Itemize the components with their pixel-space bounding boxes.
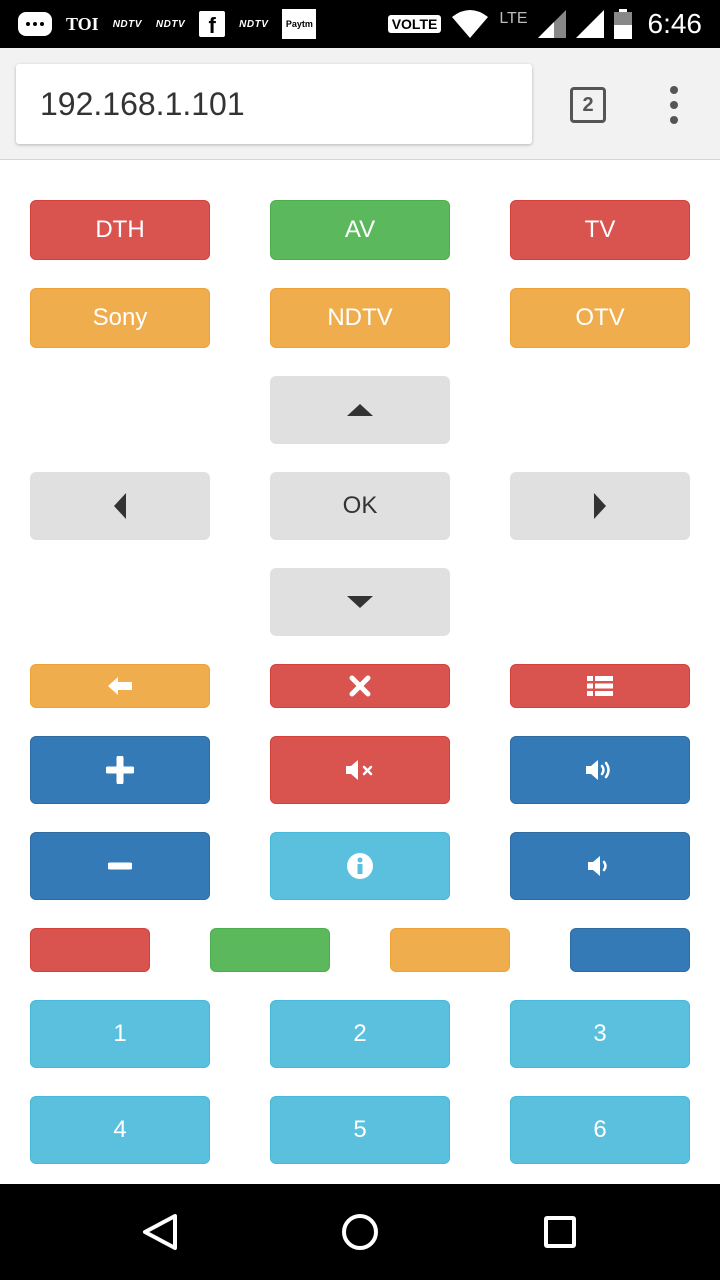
battery-icon: [613, 9, 632, 39]
overflow-menu-icon[interactable]: [664, 86, 684, 124]
plus-icon: [106, 756, 134, 784]
blue-key-button[interactable]: [570, 928, 690, 972]
chat-icon: [18, 12, 52, 36]
volume-down-button[interactable]: [510, 832, 690, 900]
ndtv-notification: NDTV: [112, 18, 142, 30]
digit-4-button[interactable]: 4: [30, 1096, 210, 1164]
right-button[interactable]: [510, 472, 690, 540]
volte-indicator: VOLTE: [387, 15, 442, 33]
dth-button[interactable]: DTH: [30, 200, 210, 260]
list-icon: [587, 676, 613, 696]
left-button[interactable]: [30, 472, 210, 540]
back-icon[interactable]: [140, 1212, 180, 1252]
browser-toolbar: 192.168.1.101 2: [0, 48, 720, 160]
channel-down-button[interactable]: [30, 832, 210, 900]
info-button[interactable]: [270, 832, 450, 900]
paytm-icon: Paytm: [282, 9, 317, 39]
otv-button[interactable]: OTV: [510, 288, 690, 348]
yellow-key-button[interactable]: [390, 928, 510, 972]
ndtv-notification: NDTV: [155, 18, 186, 30]
caret-up-icon: [347, 404, 373, 416]
toi-notification: TOI: [66, 13, 99, 34]
channel-up-button[interactable]: [30, 736, 210, 804]
minus-icon: [108, 862, 132, 870]
digit-5-button[interactable]: 5: [270, 1096, 450, 1164]
status-bar: TOI NDTV NDTV f NDTV Paytm VOLTE LTE 6:4…: [0, 0, 720, 48]
tv-button[interactable]: TV: [510, 200, 690, 260]
back-button[interactable]: [30, 664, 210, 708]
wifi-icon: [452, 10, 489, 38]
menu-button[interactable]: [510, 664, 690, 708]
info-icon: [347, 853, 373, 879]
digit-3-button[interactable]: 3: [510, 1000, 690, 1068]
caret-right-icon: [594, 493, 606, 519]
arrow-left-icon: [108, 677, 132, 695]
close-icon: [349, 675, 371, 697]
url-bar[interactable]: 192.168.1.101: [16, 64, 532, 144]
navigation-bar: [0, 1184, 720, 1280]
green-key-button[interactable]: [210, 928, 330, 972]
ndtv-notification: NDTV: [239, 18, 269, 30]
digit-6-button[interactable]: 6: [510, 1096, 690, 1164]
volume-up-icon: [586, 760, 610, 780]
signal-icon: [537, 10, 566, 38]
sony-button[interactable]: Sony: [30, 288, 210, 348]
mute-button[interactable]: [270, 736, 450, 804]
close-button[interactable]: [270, 664, 450, 708]
facebook-icon: f: [199, 11, 226, 37]
up-button[interactable]: [270, 376, 450, 444]
down-button[interactable]: [270, 568, 450, 636]
av-button[interactable]: AV: [270, 200, 450, 260]
lte-indicator: LTE: [499, 10, 528, 27]
tab-switcher-button[interactable]: 2: [570, 87, 606, 123]
volume-off-icon: [346, 760, 373, 780]
caret-down-icon: [347, 596, 373, 608]
volume-down-icon: [588, 856, 607, 876]
red-key-button[interactable]: [30, 928, 150, 972]
ok-button[interactable]: OK: [270, 472, 450, 540]
signal-icon: [575, 10, 604, 38]
clock: 6:46: [647, 8, 703, 39]
home-icon[interactable]: [342, 1214, 378, 1250]
digit-1-button[interactable]: 1: [30, 1000, 210, 1068]
digit-2-button[interactable]: 2: [270, 1000, 450, 1068]
ndtv-button[interactable]: NDTV: [270, 288, 450, 348]
caret-left-icon: [114, 493, 126, 519]
volume-up-button[interactable]: [510, 736, 690, 804]
recent-apps-icon[interactable]: [544, 1216, 576, 1248]
